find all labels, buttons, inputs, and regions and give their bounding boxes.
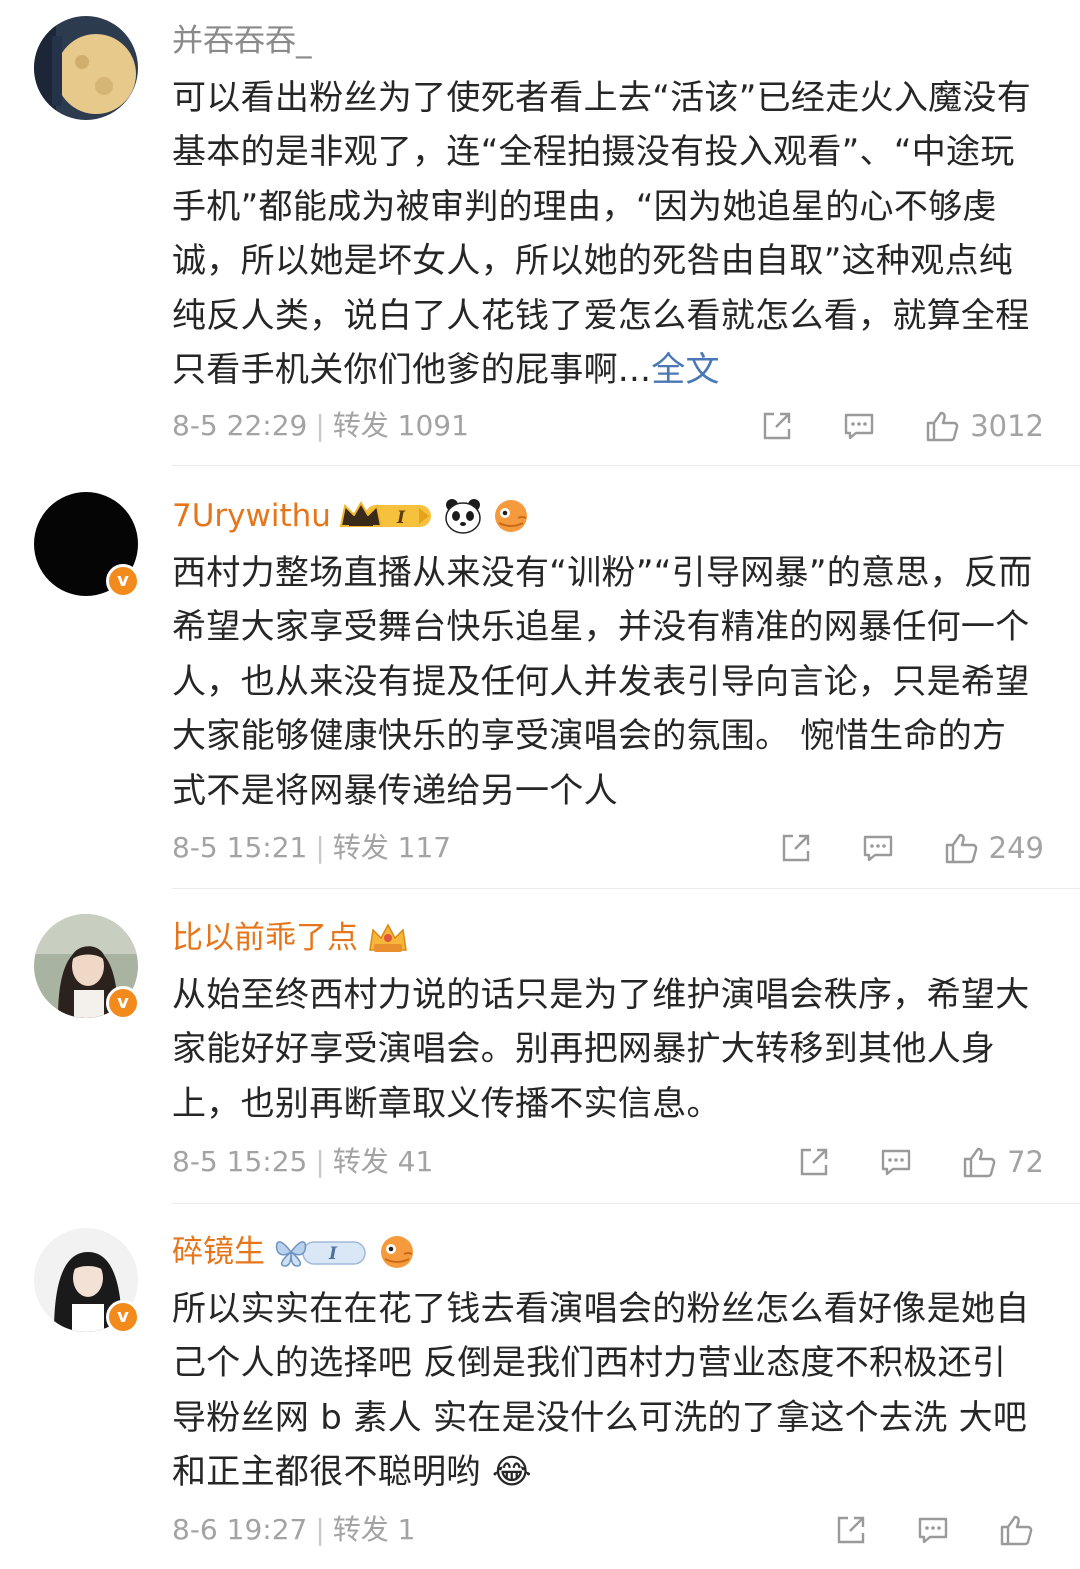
action-bar: 72 — [749, 1142, 1044, 1182]
divider — [172, 1203, 1080, 1204]
timestamp: 8-5 22:29 — [172, 409, 308, 442]
comment-meta: 8-5 15:21 | 转发 117 — [172, 831, 452, 864]
comment-text: 从始至终西村力说的话只是为了维护演唱会秩序，希望大家能好好享受演唱会。别再把网暴… — [172, 975, 1030, 1124]
comment-icon — [918, 1517, 948, 1544]
divider — [172, 888, 1080, 889]
comment-meta: 8-5 22:29 | 转发 1091 — [172, 409, 469, 442]
forward-count: 转发 1091 — [332, 409, 469, 442]
share-icon — [763, 412, 791, 440]
fish-badge-icon — [491, 496, 531, 536]
like-icon — [1000, 1515, 1033, 1546]
like-icon — [926, 411, 959, 442]
action-bar — [786, 1510, 1044, 1550]
svg-text:I: I — [328, 1244, 338, 1264]
expand-full-text-link[interactable]: 全文 — [651, 350, 720, 390]
forward-count: 转发 1 — [332, 1513, 416, 1546]
comment-icon — [881, 1149, 911, 1176]
share-icon — [782, 834, 809, 862]
share-button[interactable] — [760, 409, 794, 443]
user-avatar[interactable] — [34, 16, 138, 120]
comment-text: 西村力整场直播从来没有“训粉”“引导网暴”的意思，反而希望大家享受舞台快乐追星，… — [172, 553, 1033, 811]
moon-avatar-image — [34, 16, 138, 120]
butterfly-level-badge-icon: I — [273, 1232, 369, 1272]
timestamp: 8-5 15:21 — [172, 831, 308, 864]
svg-text:I: I — [396, 508, 406, 528]
username[interactable]: 并吞吞吞_ — [172, 16, 312, 66]
like-button[interactable]: 3012 — [924, 409, 1044, 443]
comment-content: 可以看出粉丝为了使死者看上去“活该”已经走火入魔没有基本的是非观了，连“全程拍摄… — [172, 71, 1034, 397]
action-bar: 249 — [731, 828, 1044, 868]
forward-count: 转发 117 — [332, 831, 452, 864]
comment-meta: 8-5 15:25 | 转发 41 — [172, 1145, 434, 1178]
share-button[interactable] — [834, 1513, 868, 1547]
like-button[interactable]: 72 — [961, 1145, 1044, 1179]
comment-text: 所以实实在在花了钱去看演唱会的粉丝怎么看好像是她自己个人的选择吧 反倒是我们西村… — [172, 1289, 1030, 1493]
username[interactable]: 7Urywithu — [172, 491, 331, 541]
like-button[interactable] — [998, 1513, 1044, 1547]
crown-badge-icon — [366, 918, 410, 958]
share-button[interactable] — [797, 1145, 831, 1179]
comment-icon — [863, 835, 892, 862]
like-count: 72 — [1007, 1145, 1044, 1179]
laughing-tears-emoji: 😂 — [491, 1452, 532, 1493]
share-icon — [800, 1148, 828, 1176]
comment-button[interactable] — [916, 1513, 950, 1547]
crown-level-badge-icon: I — [339, 496, 435, 536]
share-icon — [837, 1516, 865, 1544]
fish-badge-icon — [377, 1232, 417, 1272]
comment-content: 西村力整场直播从来没有“训粉”“引导网暴”的意思，反而希望大家享受舞台快乐追星，… — [172, 546, 1034, 818]
panda-badge-icon — [443, 496, 483, 536]
comment-icon — [844, 413, 874, 440]
like-icon — [945, 833, 977, 864]
comment-button[interactable] — [879, 1145, 913, 1179]
share-button[interactable] — [779, 831, 813, 865]
verified-badge-icon: v — [106, 1300, 140, 1334]
action-bar: 3012 — [712, 406, 1044, 446]
divider — [172, 465, 1080, 466]
forward-count: 转发 41 — [332, 1145, 434, 1178]
username[interactable]: 碎镜生 — [172, 1227, 265, 1277]
verified-badge-icon: v — [106, 564, 140, 598]
like-icon — [963, 1147, 996, 1178]
comment-meta: 8-6 19:27 | 转发 1 — [172, 1513, 416, 1546]
like-count: 249 — [988, 831, 1044, 865]
comment-text: 可以看出粉丝为了使死者看上去“活该”已经走火入魔没有基本的是非观了，连“全程拍摄… — [172, 78, 1032, 391]
verified-badge-icon: v — [106, 986, 140, 1020]
timestamp: 8-5 15:25 — [172, 1145, 308, 1178]
comment-content: 所以实实在在花了钱去看演唱会的粉丝怎么看好像是她自己个人的选择吧 反倒是我们西村… — [172, 1282, 1034, 1500]
comment-button[interactable] — [842, 409, 876, 443]
comment-content: 从始至终西村力说的话只是为了维护演唱会秩序，希望大家能好好享受演唱会。别再把网暴… — [172, 968, 1034, 1131]
timestamp: 8-6 19:27 — [172, 1513, 308, 1546]
username[interactable]: 比以前乖了点 — [172, 913, 358, 963]
like-count: 3012 — [970, 409, 1044, 443]
comment-button[interactable] — [861, 831, 895, 865]
like-button[interactable]: 249 — [943, 831, 1044, 865]
